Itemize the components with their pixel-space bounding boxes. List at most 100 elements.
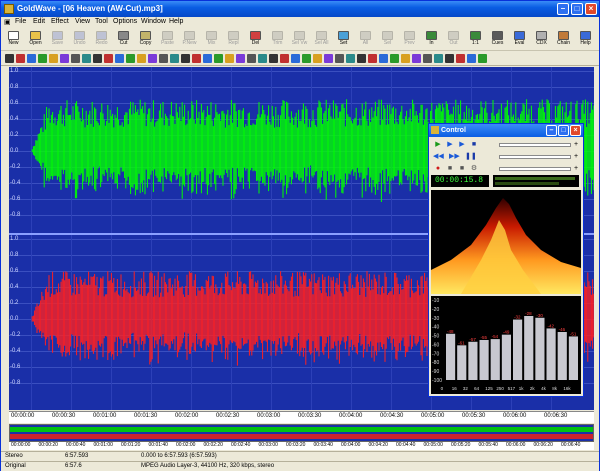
effect-tool-icon[interactable]: [159, 54, 168, 63]
menu-tool[interactable]: Tool: [95, 18, 108, 25]
effect-tool-icon[interactable]: [280, 54, 289, 63]
toolbar-sel-vw-button[interactable]: Sel Vw: [289, 30, 310, 50]
effect-tool-icon[interactable]: [291, 54, 300, 63]
toolbar-sel-button[interactable]: Sel: [377, 30, 398, 50]
menu-window[interactable]: Window: [141, 18, 166, 25]
toolbar-repl-button[interactable]: Repl: [223, 30, 244, 50]
volume-slider[interactable]: [499, 143, 571, 147]
effect-tool-icon[interactable]: [104, 54, 113, 63]
effect-tool-icon[interactable]: [247, 54, 256, 63]
effect-tool-icon[interactable]: [478, 54, 487, 63]
menu-edit[interactable]: Edit: [33, 18, 45, 25]
balance-plus-icon[interactable]: +: [571, 152, 581, 162]
effect-tool-icon[interactable]: [412, 54, 421, 63]
record-icon[interactable]: ●: [433, 164, 443, 174]
control-close-button[interactable]: ×: [570, 125, 581, 136]
effect-tool-icon[interactable]: [181, 54, 190, 63]
effect-tool-icon[interactable]: [82, 54, 91, 63]
effect-tool-icon[interactable]: [5, 54, 14, 63]
control-minimize-button[interactable]: –: [546, 125, 557, 136]
toolbar-mix-button[interactable]: Mix: [201, 30, 222, 50]
effect-tool-icon[interactable]: [324, 54, 333, 63]
toolbar-1-1-button[interactable]: 1:1: [465, 30, 486, 50]
toolbar-del-button[interactable]: Del: [245, 30, 266, 50]
toolbar-paste-button[interactable]: Paste: [157, 30, 178, 50]
effect-tool-icon[interactable]: [368, 54, 377, 63]
speed-slider[interactable]: [499, 167, 571, 171]
effect-tool-icon[interactable]: [214, 54, 223, 63]
record-stop-icon[interactable]: ■: [457, 164, 467, 174]
toolbar-copy-button[interactable]: Copy: [135, 30, 156, 50]
toolbar-undo-button[interactable]: Undo: [69, 30, 90, 50]
effect-tool-icon[interactable]: [390, 54, 399, 63]
toolbar-cues-button[interactable]: Cues: [487, 30, 508, 50]
effect-tool-icon[interactable]: [49, 54, 58, 63]
pause-icon[interactable]: ❚❚: [465, 152, 477, 162]
effect-tool-icon[interactable]: [115, 54, 124, 63]
effect-tool-icon[interactable]: [467, 54, 476, 63]
effect-tool-icon[interactable]: [27, 54, 36, 63]
balance-slider[interactable]: [499, 155, 571, 159]
toolbar-p-new-button[interactable]: P.New: [179, 30, 200, 50]
effect-tool-icon[interactable]: [445, 54, 454, 63]
minimize-button[interactable]: –: [557, 3, 569, 15]
menu-options[interactable]: Options: [113, 18, 137, 25]
effect-tool-icon[interactable]: [302, 54, 311, 63]
stop-icon[interactable]: ■: [469, 140, 479, 150]
properties-icon[interactable]: ⚙: [469, 164, 479, 174]
effect-tool-icon[interactable]: [203, 54, 212, 63]
toolbar-chain-button[interactable]: Chain: [553, 30, 574, 50]
toolbar-new-button[interactable]: New: [3, 30, 24, 50]
effect-tool-icon[interactable]: [379, 54, 388, 63]
control-maximize-button[interactable]: □: [558, 125, 569, 136]
toolbar-sel-all-button[interactable]: Sel All: [311, 30, 332, 50]
toolbar-redo-button[interactable]: Redo: [91, 30, 112, 50]
menu-effect[interactable]: Effect: [51, 18, 69, 25]
toolbar-out-button[interactable]: Out: [443, 30, 464, 50]
control-window[interactable]: Control – □ × ▶ ▶ ▶ ■ + ◀◀ ▶▶ ❚❚ + ● ■ ■…: [428, 123, 584, 397]
toolbar-all-button[interactable]: All: [355, 30, 376, 50]
play-2-icon[interactable]: ▶: [445, 140, 455, 150]
toolbar-prev-button[interactable]: Prev: [399, 30, 420, 50]
menu-view[interactable]: View: [75, 18, 90, 25]
effect-tool-icon[interactable]: [346, 54, 355, 63]
effect-tool-icon[interactable]: [170, 54, 179, 63]
menu-help[interactable]: Help: [169, 18, 183, 25]
toolbar-cut-button[interactable]: Cut: [113, 30, 134, 50]
play-3-icon[interactable]: ▶: [457, 140, 467, 150]
effect-tool-icon[interactable]: [93, 54, 102, 63]
play-icon[interactable]: ▶: [433, 140, 443, 150]
toolbar-cdx-button[interactable]: CDX: [531, 30, 552, 50]
effect-tool-icon[interactable]: [38, 54, 47, 63]
toolbar-save-button[interactable]: Save: [47, 30, 68, 50]
overview-waveform[interactable]: [9, 424, 594, 442]
effect-tool-icon[interactable]: [137, 54, 146, 63]
toolbar-help-button[interactable]: Help: [575, 30, 596, 50]
record-pause-icon[interactable]: ■: [445, 164, 455, 174]
speed-plus-icon[interactable]: +: [571, 164, 581, 174]
effect-tool-icon[interactable]: [126, 54, 135, 63]
effect-tool-icon[interactable]: [71, 54, 80, 63]
effect-tool-icon[interactable]: [313, 54, 322, 63]
maximize-button[interactable]: □: [571, 3, 583, 15]
menu-icon[interactable]: ▣: [4, 18, 11, 26]
effect-tool-icon[interactable]: [60, 54, 69, 63]
toolbar-open-button[interactable]: Open: [25, 30, 46, 50]
effect-tool-icon[interactable]: [148, 54, 157, 63]
fast-forward-icon[interactable]: ▶▶: [449, 152, 460, 162]
toolbar-trim-button[interactable]: Trim: [267, 30, 288, 50]
effect-tool-icon[interactable]: [335, 54, 344, 63]
effect-tool-icon[interactable]: [16, 54, 25, 63]
toolbar-in-button[interactable]: In: [421, 30, 442, 50]
effect-tool-icon[interactable]: [434, 54, 443, 63]
effect-tool-icon[interactable]: [423, 54, 432, 63]
effect-tool-icon[interactable]: [357, 54, 366, 63]
effect-tool-icon[interactable]: [456, 54, 465, 63]
close-button[interactable]: ×: [585, 3, 597, 15]
rewind-icon[interactable]: ◀◀: [433, 152, 444, 162]
effect-tool-icon[interactable]: [269, 54, 278, 63]
menu-file[interactable]: File: [15, 18, 26, 25]
toolbar-set-button[interactable]: Set: [333, 30, 354, 50]
effect-tool-icon[interactable]: [225, 54, 234, 63]
effect-tool-icon[interactable]: [401, 54, 410, 63]
